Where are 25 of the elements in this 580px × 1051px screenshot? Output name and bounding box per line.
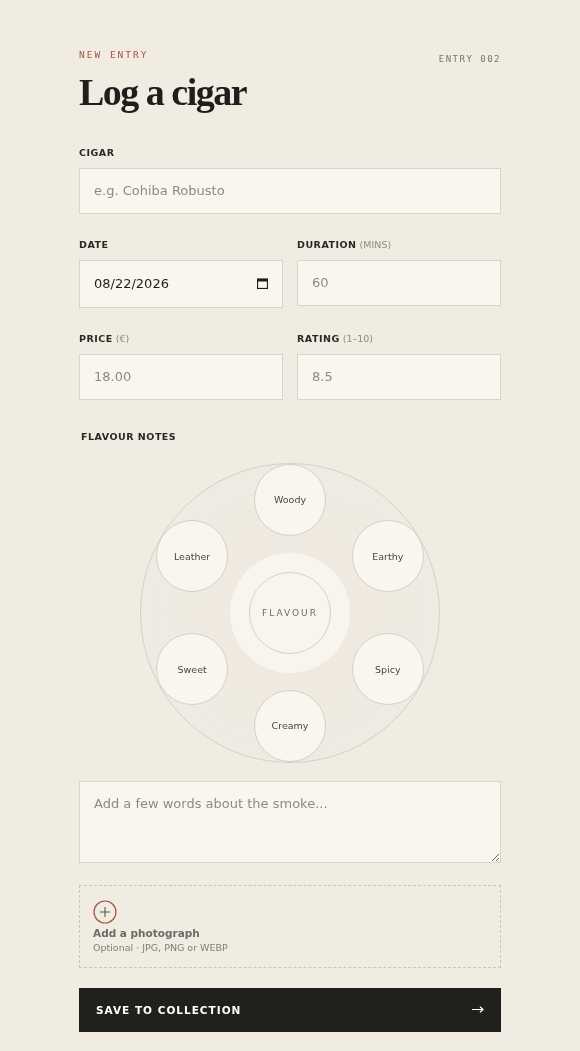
notes-field[interactable]: Add a few words about the smoke...: [79, 780, 501, 863]
field-label: CIGAR: [79, 146, 115, 158]
upload-title: Add a photograph: [93, 926, 200, 939]
field-label: DURATION: [297, 238, 357, 250]
upload-subtitle: Optional · JPG, PNG or WEBP: [93, 941, 228, 953]
field-label: RATING: [297, 332, 340, 344]
section-label: FLAVOUR NOTES: [81, 430, 177, 442]
input-field[interactable]: 60: [297, 259, 501, 306]
page-title: Log a cigar: [79, 72, 247, 114]
save-button[interactable]: SAVE TO COLLECTION: [79, 987, 501, 1032]
input-field[interactable]: 18.00: [79, 353, 283, 400]
arrow-icon: [472, 1006, 484, 1014]
eyebrow: NEW ENTRY: [79, 49, 149, 60]
input-field[interactable]: e.g. Cohiba Robusto: [79, 167, 501, 214]
field-hint: (€): [115, 332, 130, 344]
field-label: DATE: [79, 238, 109, 250]
field-hint: (MINS): [359, 238, 392, 250]
photo-upload[interactable]: Add a photograph Optional · JPG, PNG or WEBP: [79, 884, 501, 968]
calendar-icon: [257, 278, 268, 290]
field-hint: (1–10): [342, 332, 373, 344]
field-label: PRICE: [79, 332, 113, 344]
input-field[interactable]: 8.5: [297, 353, 501, 400]
plus-icon: [93, 899, 117, 924]
date-field[interactable]: 08/22/2026: [79, 259, 283, 308]
entry-number: ENTRY 002: [438, 54, 501, 64]
